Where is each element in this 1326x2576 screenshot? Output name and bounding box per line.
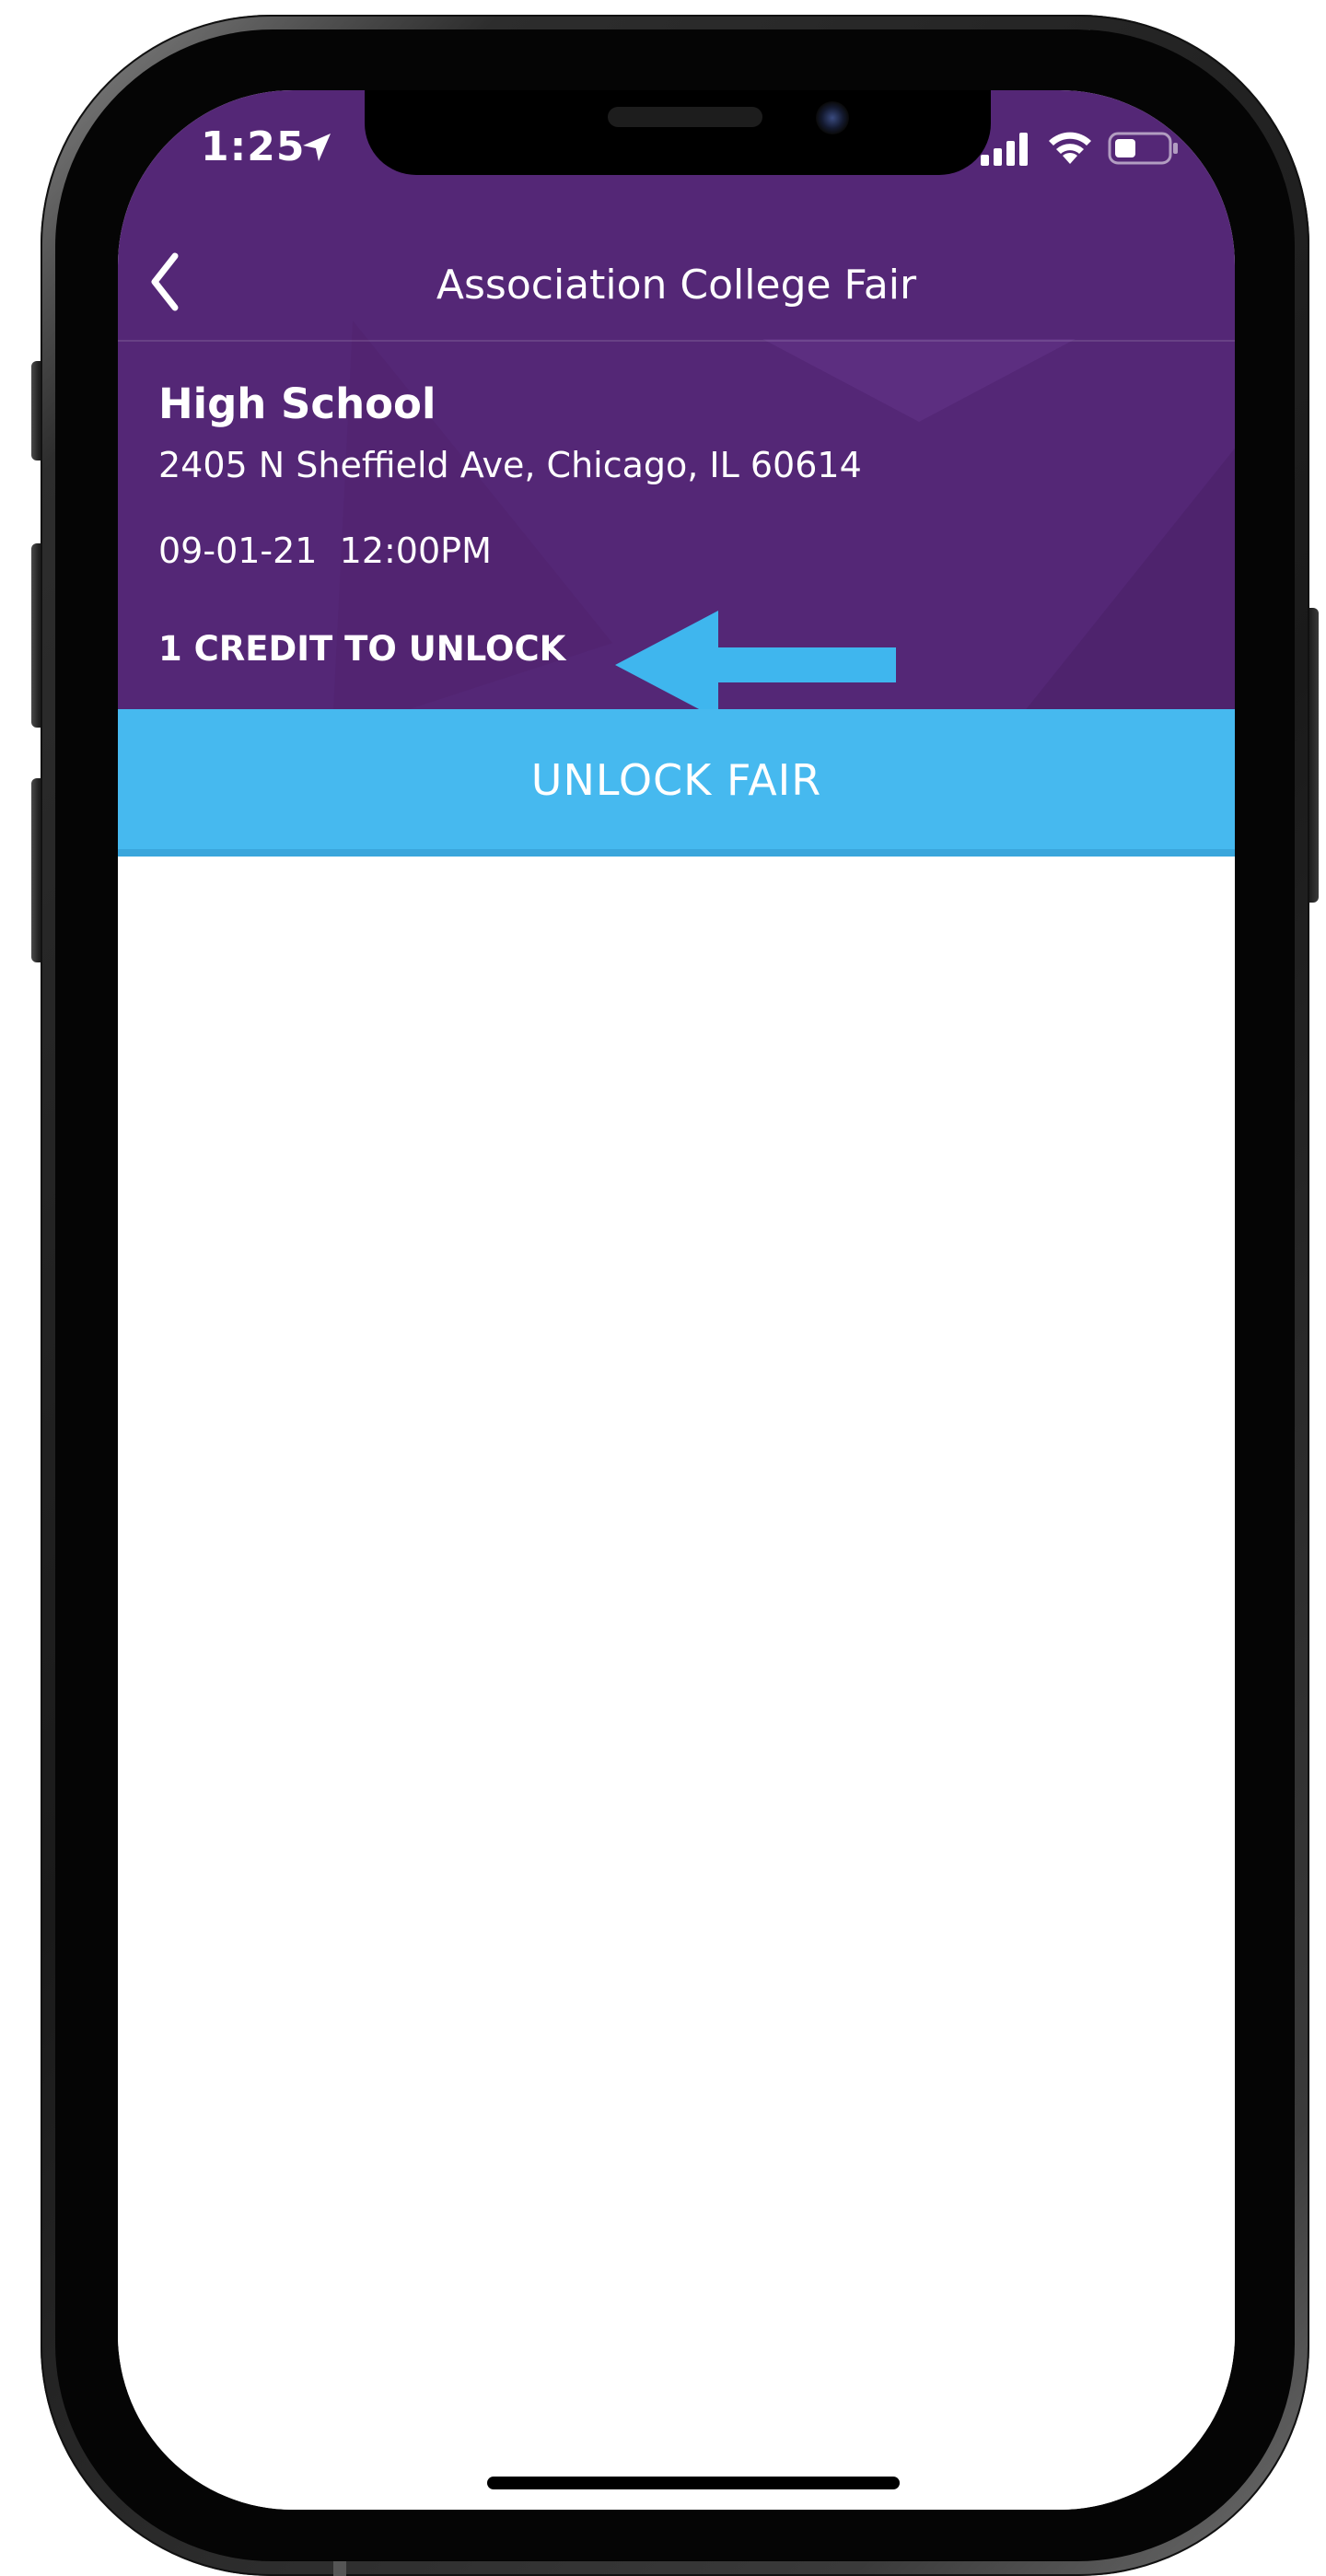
background-facet (762, 339, 1076, 422)
navigation-bar: Association College Fair (118, 227, 1235, 342)
status-time: 1:25 (201, 123, 306, 170)
credit-requirement: 1 CREDIT TO UNLOCK (158, 629, 566, 669)
fair-address: 2405 N Sheffield Ave, Chicago, IL 60614 (158, 445, 862, 485)
front-camera (816, 101, 849, 134)
cellular-signal-icon (981, 133, 1028, 166)
device-mockup: 1:25 Association College Fair High Schoo… (0, 0, 1326, 2576)
notch (365, 90, 991, 175)
location-arrow-icon (303, 134, 331, 161)
wifi-icon (1049, 132, 1091, 164)
unlock-fair-label: UNLOCK FAIR (530, 755, 822, 805)
speaker-grille (608, 107, 762, 127)
background-facet (1020, 440, 1235, 709)
unlock-fair-button[interactable]: UNLOCK FAIR (118, 709, 1235, 857)
home-indicator[interactable] (487, 2477, 900, 2489)
antenna-seam (333, 2561, 346, 2576)
phone-screen: 1:25 Association College Fair High Schoo… (118, 90, 1235, 2510)
content-area (118, 857, 1235, 2510)
battery-icon (1108, 132, 1178, 165)
fair-header: 1:25 Association College Fair High Schoo… (118, 90, 1235, 709)
school-name: High School (158, 379, 436, 428)
fair-datetime: 09-01-21 12:00PM (158, 530, 492, 571)
arrow-left-icon (615, 611, 896, 709)
status-bar: 1:25 (118, 90, 1235, 192)
page-title: Association College Fair (436, 262, 917, 309)
